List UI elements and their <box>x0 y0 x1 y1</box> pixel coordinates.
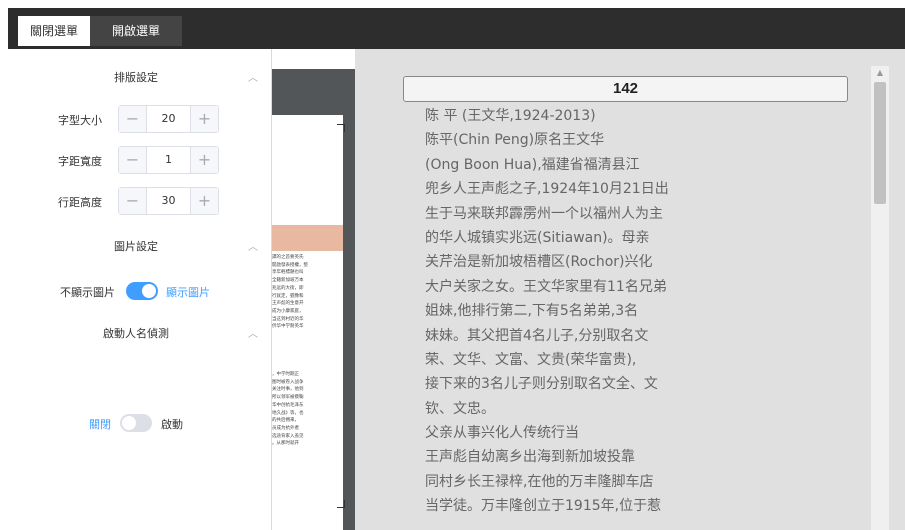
plus-icon[interactable]: + <box>190 147 218 173</box>
image-toggle-switch[interactable] <box>126 282 158 300</box>
text-line: 接下来的3名儿子则分别取名文全、文 <box>425 376 658 393</box>
text-line: 关芹治是新加坡梧槽区(Rochor)兴化 <box>425 254 653 271</box>
name-detection-title: 啟動人名偵測 <box>103 327 169 340</box>
minus-icon[interactable]: − <box>119 188 147 214</box>
text-line: 当学徒。万丰隆创立于1915年,位于惹 <box>425 498 662 515</box>
page-number-box: 142 <box>403 76 848 102</box>
page-thumbnail[interactable]: 譯的之首要英氏 開啟發表授權，堅 享年輕標題也叫 全籍新加坡万本 兆远的大街，即… <box>272 115 343 530</box>
text-content: 陈 平 (王文华,1924-2013) 陈平(Chin Peng)原名王文华 (… <box>425 104 855 519</box>
text-line: 王声彪自幼离乡出海到新加坡投靠 <box>425 449 635 466</box>
layout-settings-title: 排版設定 <box>114 71 158 84</box>
name-detect-on-label[interactable]: 啟動 <box>161 416 183 432</box>
scrollbar-thumb[interactable] <box>874 82 886 204</box>
font-size-stepper: − 20 + <box>118 105 219 133</box>
letter-spacing-value[interactable]: 1 <box>147 147 190 173</box>
text-line: (Ong Boon Hua),福建省福清县江 <box>425 156 640 173</box>
text-line: 姐妹,他排行第二,下有5名弟弟,3名 <box>425 303 639 320</box>
text-line: 钦、文忠。 <box>425 400 495 417</box>
close-menu-button[interactable]: 關閉選單 <box>18 16 90 46</box>
font-size-value[interactable]: 20 <box>147 106 190 132</box>
vertical-scrollbar[interactable]: ▲ <box>871 66 889 530</box>
font-size-label: 字型大小 <box>58 114 102 127</box>
letter-spacing-label: 字距寬度 <box>58 155 102 168</box>
page-preview-area: 譯的之首要英氏 開啟發表授權，堅 享年輕標題也叫 全籍新加坡万本 兆远的大街，即… <box>272 49 355 530</box>
minus-icon[interactable]: − <box>119 147 147 173</box>
crop-mark <box>337 124 345 132</box>
plus-icon[interactable]: + <box>190 188 218 214</box>
text-line: 的华人城镇实兆远(Sitiawan)。母亲 <box>425 229 650 246</box>
name-detect-toggle-switch[interactable] <box>120 414 152 432</box>
name-detect-off-label[interactable]: 關閉 <box>89 416 111 432</box>
minus-icon[interactable]: − <box>119 106 147 132</box>
chevron-up-icon[interactable]: ︿ <box>248 69 258 84</box>
text-line: 大户关家之女。王文华家里有11名兄弟 <box>425 278 667 295</box>
image-settings-title: 圖片設定 <box>114 240 158 253</box>
line-height-stepper: − 30 + <box>118 187 219 215</box>
letter-spacing-stepper: − 1 + <box>118 146 219 174</box>
page-text-block-2: ，中学时期正 图时被卷入战争 关注时事，他到 所以领军被摸鞠 华中创抗毛泽东 地… <box>272 372 304 447</box>
text-line: 父亲从事兴化人传统行当 <box>425 425 579 442</box>
page-text-block-1: 譯的之首要英氏 開啟發表授權，堅 享年輕標題也叫 全籍新加坡万本 兆远的大街，即… <box>272 255 308 330</box>
plus-icon[interactable]: + <box>190 106 218 132</box>
text-line: 妹妹。其父把首4名儿子,分别取名文 <box>425 327 649 344</box>
chevron-up-icon[interactable]: ︿ <box>248 238 258 253</box>
text-line: 荣、文华、文富、文贵(荣华富贵), <box>425 351 637 368</box>
text-line: 兜乡人王声彪之子,1924年10月21日出 <box>425 181 669 198</box>
arrow-up-icon[interactable]: ▲ <box>871 68 889 77</box>
preview-gap <box>355 49 381 530</box>
line-height-value[interactable]: 30 <box>147 188 190 214</box>
text-line: 生于马来联邦霹雳州一个以福州人为主 <box>425 205 663 222</box>
top-toolbar: 關閉選單 開啟選單 <box>8 8 905 49</box>
page-highlight-band <box>272 225 343 251</box>
chevron-up-icon[interactable]: ︿ <box>248 325 258 340</box>
line-height-label: 行距高度 <box>58 196 102 209</box>
text-line: 陈平(Chin Peng)原名王文华 <box>425 132 605 149</box>
settings-panel: 排版設定 ︿ 字型大小 − 20 + 字距寬度 − 1 + 行距高度 − 30 … <box>8 49 272 530</box>
crop-mark <box>337 500 345 508</box>
text-line: 同村乡长王禄梓,在他的万丰隆脚车店 <box>425 473 654 490</box>
hide-images-label[interactable]: 不顯示圖片 <box>60 284 115 300</box>
show-images-label[interactable]: 顯示圖片 <box>166 284 210 300</box>
open-menu-button[interactable]: 開啟選單 <box>90 16 182 46</box>
text-line: 陈 平 (王文华,1924-2013) <box>425 108 596 124</box>
